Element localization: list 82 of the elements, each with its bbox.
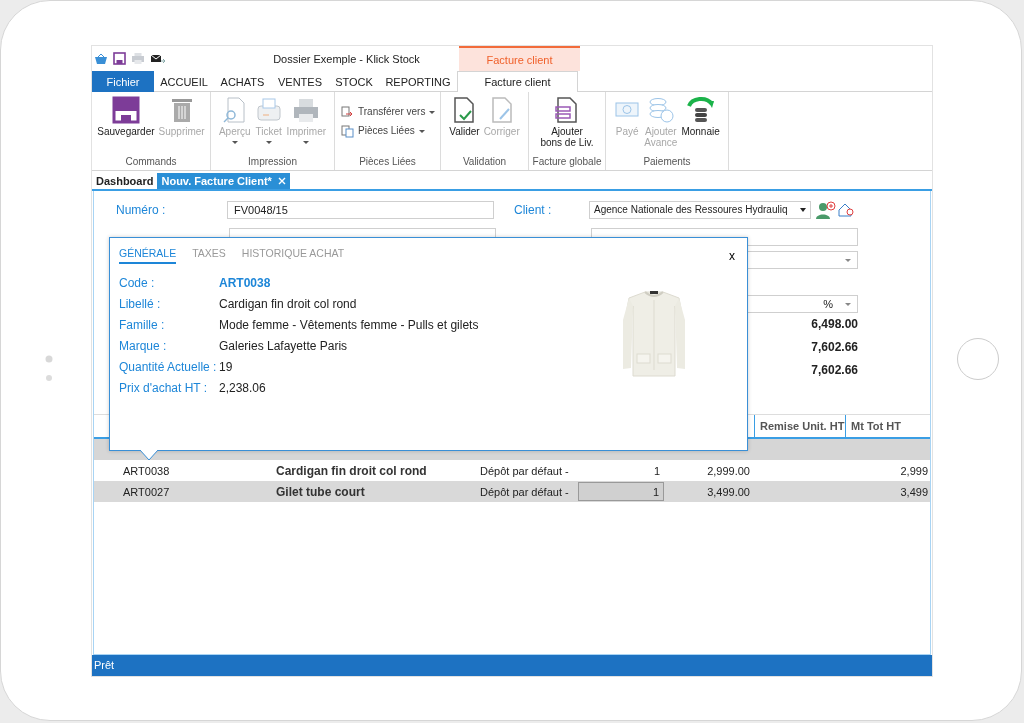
table-cell-text: Dépôt par défaut -: [479, 464, 570, 477]
total-amount: 7,602.66: [810, 339, 858, 356]
field-value: Galeries Lafayette Paris: [219, 338, 348, 353]
table-cell-text: Gilet tube court: [276, 484, 366, 499]
menu-tab[interactable]: Facture client: [457, 71, 578, 92]
ribbon-group-label: Impression: [247, 156, 298, 169]
ribbon-group-label: Paiements: [642, 156, 692, 169]
field-label: Numéro :: [115, 203, 167, 217]
add-person-icon[interactable]: [815, 201, 837, 219]
total-amount: 7,602.66: [810, 362, 858, 379]
caret-icon: [845, 302, 851, 306]
document-check-icon: [452, 96, 477, 124]
linked-documents-icon: [341, 125, 354, 138]
table-cell-text: 1: [652, 464, 661, 477]
table-cell-text: 3,499.00: [706, 485, 751, 498]
table-row[interactable]: ART0027 Gilet tube court Dépôt par défaut - 1 3,499.00 3,499: [94, 481, 930, 502]
ribbon-group-label: Validation: [461, 156, 508, 169]
document-tab[interactable]: Nouv. Facture Client*: [157, 173, 290, 189]
printer-icon: [292, 96, 321, 124]
field-label: Code :: [119, 275, 156, 290]
table-cell: 1: [578, 482, 664, 501]
receipt-printer-icon: [254, 96, 283, 124]
basket-icon[interactable]: [94, 52, 108, 65]
table-cell-text: Dépôt par défaut -: [479, 485, 570, 498]
field-label: Marque :: [119, 338, 168, 353]
context-tab-header: Facture client: [459, 46, 580, 71]
table-row[interactable]: ART0038 Cardigan fin droit col rond Dépôt par défaut - 1 2,999.00 2,999: [94, 460, 930, 481]
document-transfer-icon: [341, 106, 354, 119]
column-header[interactable]: Mt Tot HT: [845, 415, 928, 437]
caret-icon: [800, 208, 806, 212]
table-cell-text: ART0038: [122, 464, 171, 477]
ribbon-group-label: Facture globale: [531, 156, 603, 169]
client-dropdown[interactable]: Agence Nationale des Ressoures Hydrauliq: [589, 201, 811, 219]
document-tab[interactable]: Dashboard: [92, 173, 158, 189]
field-label: Prix d'achat HT :: [119, 380, 209, 395]
close-icon[interactable]: [277, 177, 286, 185]
ribbon-button[interactable]: Monnaie: [680, 96, 721, 156]
menu-tab[interactable]: REPORTING: [379, 71, 457, 92]
table-cell-text: 2,999.00: [706, 464, 751, 477]
field-label: Client :: [513, 203, 553, 217]
ribbon-button[interactable]: Ajouter bons de Liv.: [539, 96, 595, 156]
field-value: Mode femme - Vêtements femme - Pulls et gilets: [219, 317, 479, 332]
number-field[interactable]: FV0048/15: [227, 201, 494, 219]
window-title: Dossier Exemple - Klick Stock: [272, 52, 421, 65]
trash-icon: [169, 96, 194, 124]
field-value: 19: [219, 359, 233, 374]
document-icon: [555, 96, 579, 124]
total-amount: 6,498.00: [810, 316, 858, 333]
ribbon-group-label: Pièces Liées: [358, 156, 417, 169]
ribbon-group-label: Commands: [124, 156, 178, 169]
table-cell-text: 2,999: [899, 464, 928, 477]
document-search-icon: [221, 96, 248, 124]
menu-tab[interactable]: Fichier: [92, 71, 154, 92]
mail-send-icon[interactable]: [150, 52, 166, 65]
save-icon[interactable]: [113, 52, 126, 65]
ribbon-button[interactable]: Transférer vers: [341, 106, 440, 119]
ribbon-button[interactable]: Pièces Liées: [341, 125, 440, 138]
table-cell-text: ART0027: [122, 485, 171, 498]
field-value: 2,238.06: [219, 380, 266, 395]
ribbon-button[interactable]: Sauvegarder: [96, 96, 156, 156]
floppy-icon: [111, 96, 140, 124]
menu-tab[interactable]: VENTES: [271, 71, 329, 92]
field-value: Cardigan fin droit col rond: [219, 296, 357, 311]
table-cell-text: Cardigan fin droit col rond: [276, 463, 428, 478]
popup-tab[interactable]: GÉNÉRALE: [119, 247, 177, 264]
field-label: Libellé :: [119, 296, 162, 311]
item-code-link[interactable]: ART0038: [219, 275, 271, 290]
menu-tab[interactable]: ACHATS: [214, 71, 271, 92]
field-label: Quantité Actuelle :: [119, 359, 218, 374]
status-bar: Prêt: [92, 655, 932, 676]
close-button[interactable]: x: [726, 248, 738, 263]
document-edit-icon: [489, 96, 514, 124]
field-label: Famille :: [119, 317, 166, 332]
column-header[interactable]: Remise Unit. HT: [754, 415, 845, 437]
menu-tab[interactable]: STOCK: [329, 71, 379, 92]
caret-icon: [845, 258, 851, 262]
coins-arrow-icon: [685, 96, 716, 124]
camera-drawing: [44, 355, 54, 383]
home-location-icon[interactable]: [837, 202, 855, 218]
menu-tab[interactable]: ACCUEIL: [154, 71, 214, 92]
table-cell-text: 3,499: [899, 485, 928, 498]
ribbon-button[interactable]: Valider: [448, 96, 481, 156]
